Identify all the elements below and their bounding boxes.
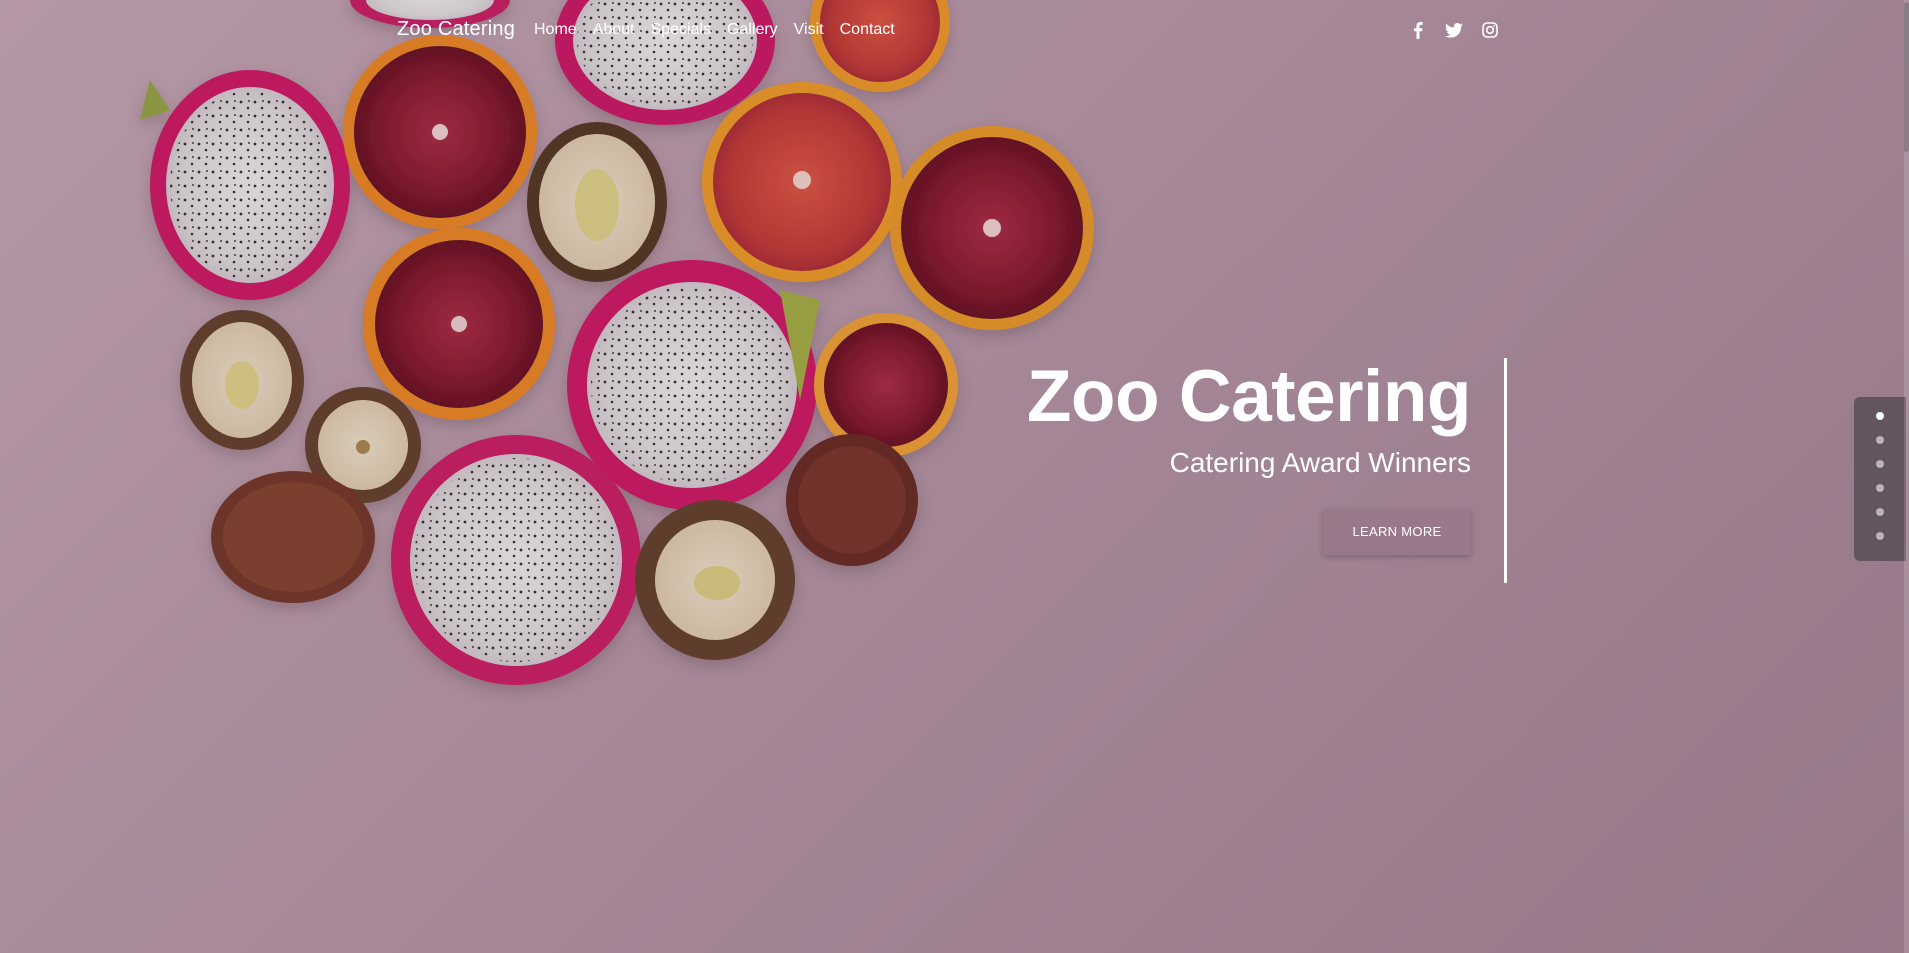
social-links [1408, 20, 1516, 40]
nav-link-contact[interactable]: Contact [840, 21, 895, 39]
hero-overlay [0, 0, 1909, 953]
section-dot-1[interactable] [1876, 412, 1884, 420]
brand-logo[interactable]: Zoo Catering [397, 18, 515, 41]
hero-divider [1504, 358, 1507, 583]
page-scrollbar[interactable] [1904, 0, 1909, 953]
nav-link-home[interactable]: Home [534, 21, 577, 39]
hero-content: Zoo Catering Catering Award Winners LEAR… [1026, 356, 1472, 555]
nav-link-specials[interactable]: Specials [651, 21, 711, 39]
learn-more-button[interactable]: LEARN MORE [1323, 509, 1471, 555]
nav-links: Home About Specials Gallery Visit Contac… [534, 21, 911, 39]
navbar: Zoo Catering Home About Specials Gallery… [0, 0, 1909, 62]
section-dot-3[interactable] [1876, 460, 1884, 468]
section-dot-5[interactable] [1876, 508, 1884, 516]
hero-subtitle: Catering Award Winners [1169, 447, 1471, 478]
nav-link-about[interactable]: About [593, 21, 635, 39]
section-dot-4[interactable] [1876, 484, 1884, 492]
section-dot-2[interactable] [1876, 436, 1884, 444]
page: Zoo Catering Home About Specials Gallery… [0, 0, 1909, 953]
instagram-icon[interactable] [1480, 20, 1500, 40]
section-dot-6[interactable] [1876, 532, 1884, 540]
nav-link-gallery[interactable]: Gallery [727, 21, 778, 39]
nav-link-visit[interactable]: Visit [794, 21, 824, 39]
twitter-icon[interactable] [1444, 20, 1464, 40]
hero-title: Zoo Catering [1026, 356, 1472, 437]
scrollbar-thumb[interactable] [1904, 2, 1909, 152]
facebook-icon[interactable] [1408, 20, 1428, 40]
section-dot-nav [1854, 397, 1906, 561]
